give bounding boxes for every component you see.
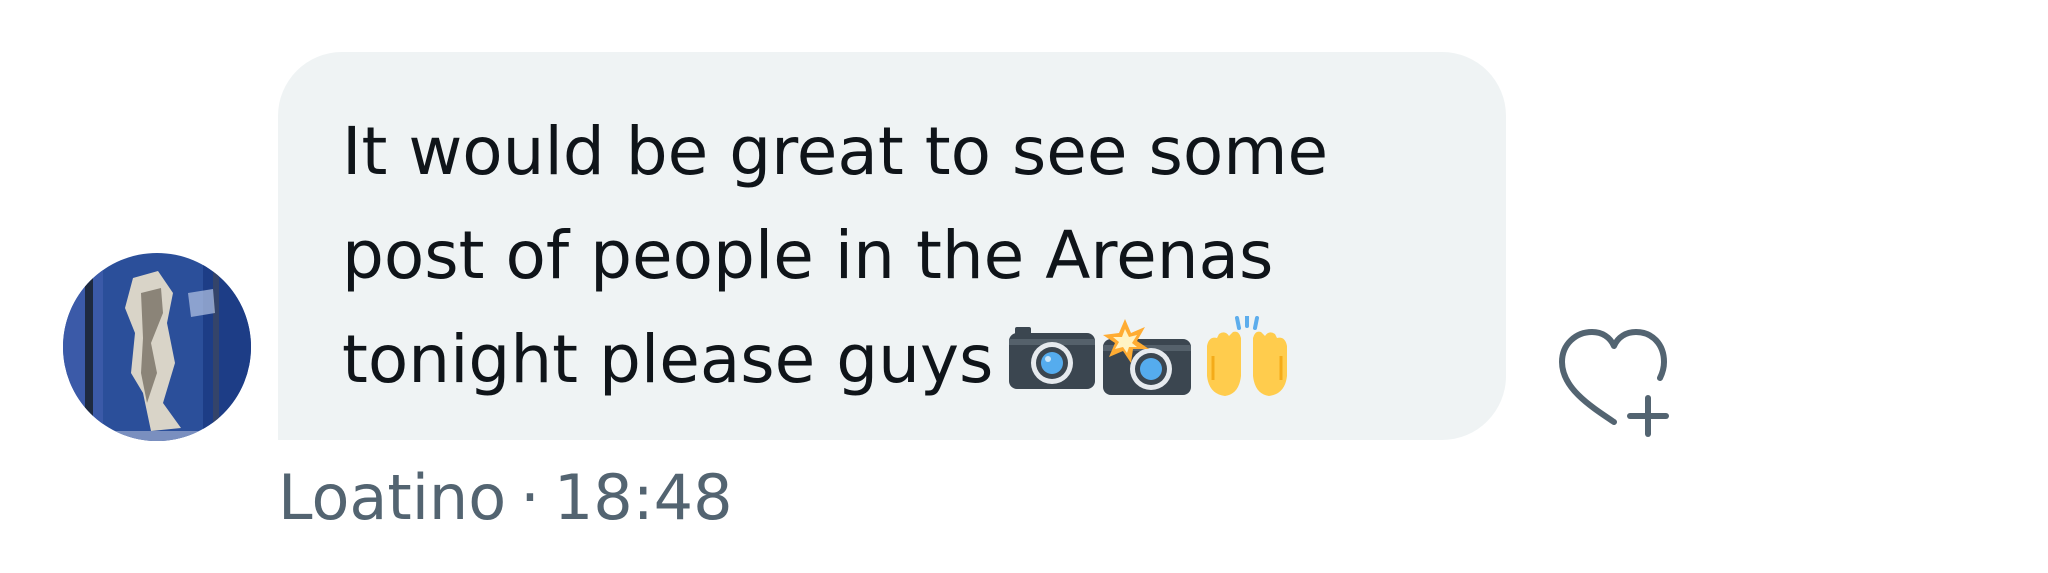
camera-flash-icon xyxy=(1101,318,1197,397)
message-meta: Loatino · 18:48 xyxy=(278,460,733,536)
raising-hands-icon xyxy=(1201,315,1293,400)
message-line: tonight please guys xyxy=(342,308,1466,412)
author-name[interactable]: Loatino xyxy=(278,461,506,534)
message-line: post of people in the Arenas xyxy=(342,217,1274,294)
heart-plus-icon xyxy=(1559,329,1669,437)
separator: · xyxy=(520,461,540,534)
avatar-image xyxy=(63,253,251,441)
message-line-text: tonight please guys xyxy=(342,321,994,398)
react-button[interactable] xyxy=(1550,322,1678,438)
message-bubble: It would be great to see some post of pe… xyxy=(278,52,1506,440)
timestamp: 18:48 xyxy=(553,461,733,534)
message-line: It would be great to see some xyxy=(342,113,1329,190)
camera-icon xyxy=(1007,325,1097,391)
emoji-group xyxy=(1007,315,1293,400)
avatar[interactable] xyxy=(63,253,251,441)
